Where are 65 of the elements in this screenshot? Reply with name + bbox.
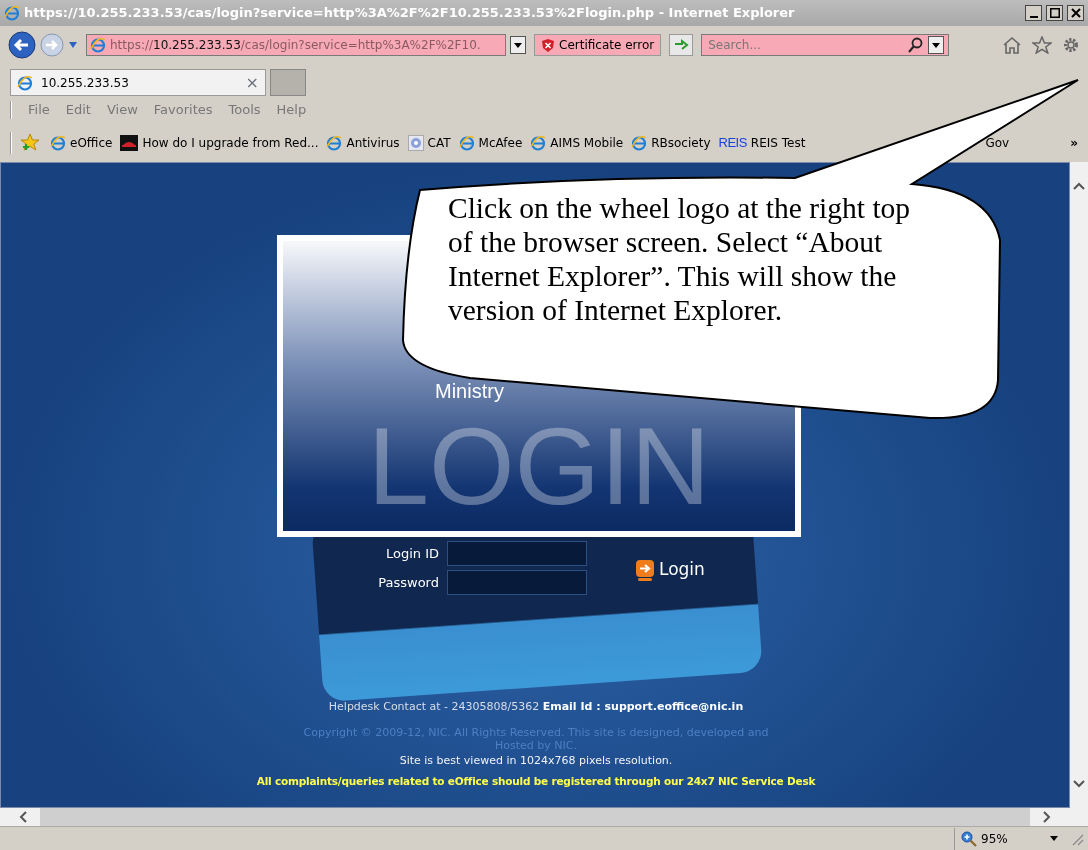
chevron-up-icon[interactable]	[1072, 180, 1086, 192]
input-field[interactable]	[447, 541, 587, 566]
more-chevron[interactable]: »	[1070, 134, 1078, 152]
home-icon[interactable]	[1002, 36, 1022, 54]
window-title: https://10.255.233.53/cas/login?service=http%3A%2F%2F10.255.233.53%2Flogin.php - Internet Explorer	[24, 4, 796, 23]
tab-title: 10.255.233.53	[41, 74, 130, 92]
e-logo-icon	[4, 5, 20, 21]
input-field[interactable]	[447, 570, 587, 595]
favorite-link[interactable]: McAfee	[458, 134, 523, 152]
e-logo-icon	[530, 135, 547, 151]
callout-text: Click on the wheel logo at the right top of the browser screen. Select “About Internet Explorer”. This will show the version of Internet Explorer.	[448, 191, 912, 327]
search-box[interactable]: Search...	[701, 34, 950, 56]
e-logo-icon	[458, 135, 475, 151]
close-icon	[1070, 8, 1081, 18]
login-button[interactable]: Login	[635, 557, 705, 583]
logo-text: REIS	[718, 134, 747, 153]
search-icon[interactable]	[908, 37, 925, 53]
favorite-link[interactable]: Gov	[985, 134, 1010, 152]
hat-icon	[120, 135, 139, 151]
grip-handle	[10, 132, 12, 154]
favorite-link[interactable]: CAT	[407, 134, 451, 152]
zoom-control[interactable]: 95%	[954, 827, 1064, 850]
favorite-link[interactable]: Antivirus	[326, 134, 400, 152]
dropdown-caret-icon[interactable]	[1050, 836, 1058, 841]
zoom-magnifier-icon	[961, 830, 977, 847]
refresh-button[interactable]	[669, 34, 694, 56]
e-logo-icon	[17, 74, 33, 91]
disc-icon	[407, 135, 424, 151]
e-logo-icon	[50, 135, 66, 151]
field-label: Login ID	[384, 544, 439, 563]
shield-x-icon	[541, 37, 555, 53]
favorite-link[interactable]: AIMS Mobile	[530, 134, 624, 152]
search-field[interactable]: Search...	[706, 35, 907, 55]
vertical-scrollbar[interactable]	[1070, 162, 1088, 808]
settings-icon[interactable]	[1062, 36, 1080, 54]
favorite-link[interactable]: eOffice	[50, 134, 113, 152]
complaints-notice: All complaints/queries related to eOffice should be registered through our 24x7 NIC Service Desk	[255, 773, 817, 789]
browser-tab[interactable]: 10.255.233.53 ×	[10, 69, 266, 96]
url-text: https://10.255.233.53/cas/login?service=http%3A%2F%2F10.	[110, 37, 481, 54]
watermark-text: LOGIN	[367, 405, 711, 526]
certificate-error-button[interactable]: Certificate error	[534, 34, 662, 56]
star-icon[interactable]	[1032, 36, 1052, 54]
favorite-link[interactable]: RBsociety	[631, 134, 711, 152]
helpdesk-text: Helpdesk Contact at - 24305808/5362 Email Id : support.eoffice@nic.in	[327, 699, 745, 715]
e-logo-icon	[326, 135, 343, 151]
address-field[interactable]: https://10.255.233.53/cas/login?service=http%3A%2F%2F10.	[86, 34, 506, 56]
grip-handle	[10, 101, 12, 119]
dropdown-caret-icon[interactable]	[928, 36, 945, 54]
chevron-down-icon[interactable]	[1072, 778, 1086, 790]
maximize-icon	[1049, 8, 1060, 18]
window-minimize-button[interactable]	[1025, 5, 1042, 21]
e-logo-icon	[631, 135, 648, 151]
window-maximize-button[interactable]	[1046, 5, 1063, 21]
tab-close-button[interactable]: ×	[245, 70, 259, 95]
field-label: Password	[377, 573, 439, 592]
ministry-title: Ministry	[435, 381, 504, 401]
star-plus-icon[interactable]	[20, 133, 42, 153]
minimize-icon	[1029, 16, 1038, 18]
favorite-link[interactable]: REIS REIS Test	[718, 133, 806, 153]
window-close-button[interactable]	[1067, 5, 1084, 21]
zoom-level: 95%	[981, 830, 1009, 848]
dropdown-caret-icon[interactable]	[510, 36, 526, 54]
resolution-note: Site is best viewed in 1024x768 pixels resolution.	[398, 753, 674, 769]
e-logo-icon	[90, 37, 106, 53]
favorite-link[interactable]: How do I upgrade from Red...	[120, 134, 319, 152]
